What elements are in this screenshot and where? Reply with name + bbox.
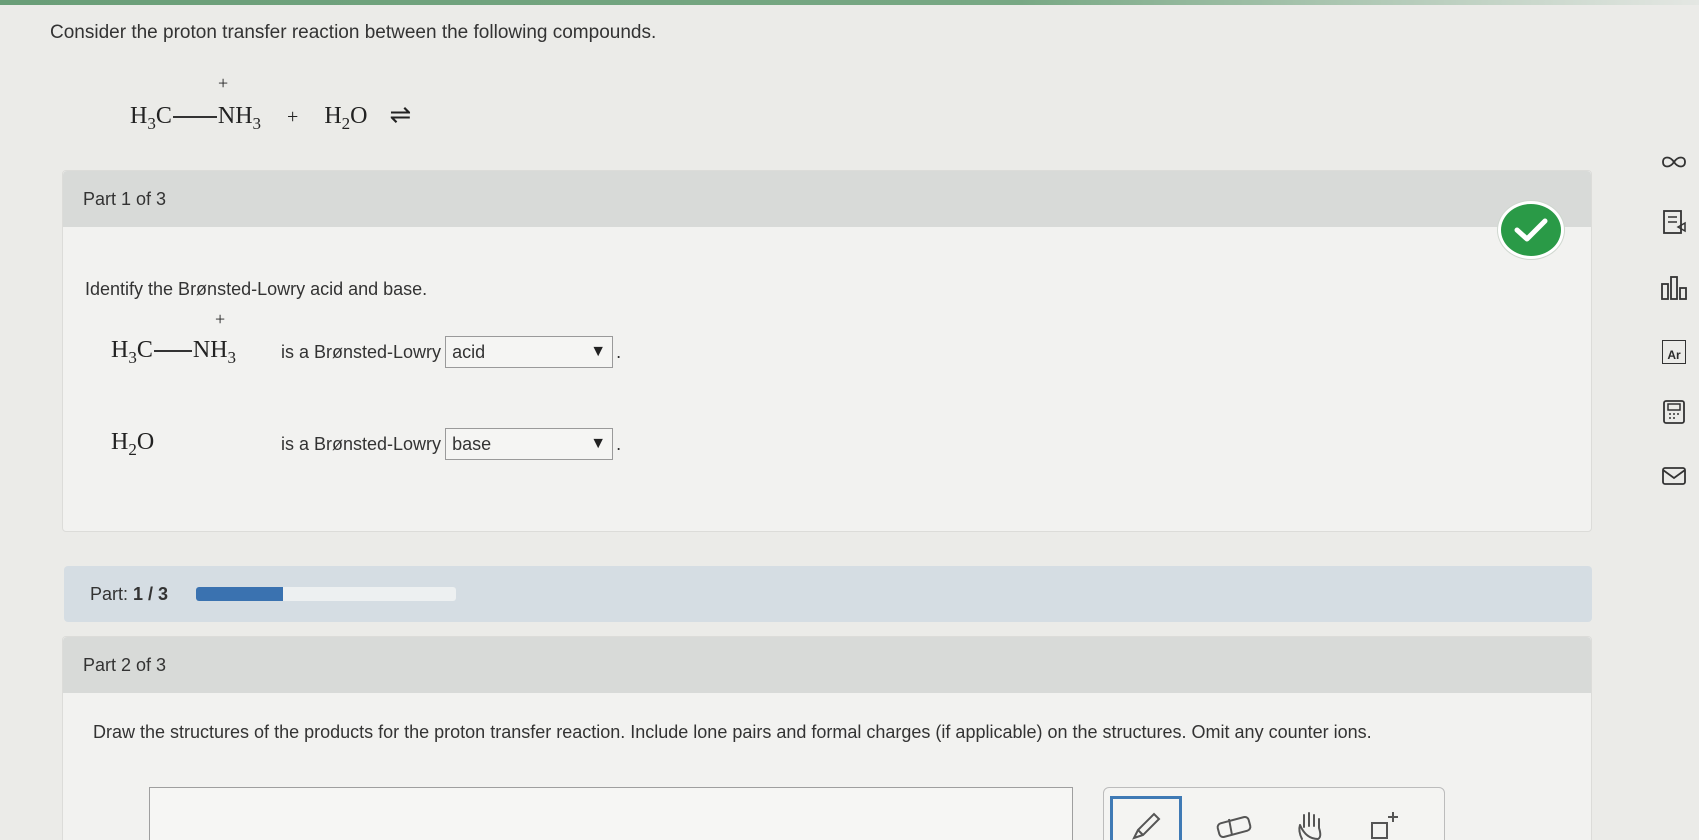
plus-sign: + <box>287 106 299 128</box>
water-formula: H2O <box>324 103 368 133</box>
dropdown-arrow-icon: ▼ <box>590 435 607 452</box>
base-dropdown[interactable]: base ▼ <box>445 428 614 460</box>
base-row-desc: is a Brønsted-Lowry <box>281 433 442 454</box>
calculator-icon[interactable] <box>1658 396 1690 428</box>
base-dropdown-value: base <box>452 433 492 454</box>
part-progress: Part: 1 / 3 <box>64 566 1592 622</box>
base-row: H2O is a Brønsted-Lowry base ▼ . <box>111 419 621 469</box>
notes-icon[interactable] <box>1658 206 1690 238</box>
methylammonium-formula: H3C NH3 + <box>111 308 237 367</box>
reaction-equation: H3C NH3 + + H2O ⇌ <box>130 73 412 134</box>
mail-icon[interactable] <box>1658 460 1690 492</box>
acid-row-desc: is a Brønsted-Lowry <box>281 341 442 362</box>
methylammonium-formula: H3C NH3 + <box>130 73 262 133</box>
drawing-canvas[interactable] <box>149 787 1073 840</box>
part1-header: Part 1 of 3 <box>63 171 1591 227</box>
part2-header: Part 2 of 3 <box>63 637 1591 693</box>
acid-row-period: . <box>616 341 622 362</box>
progress-label: Part: 1 / 3 <box>90 583 169 604</box>
progress-track <box>196 587 457 601</box>
pencil-icon[interactable] <box>1110 796 1182 840</box>
base-row-period: . <box>616 433 622 454</box>
infinity-icon[interactable] <box>1658 146 1690 178</box>
periodic-table-label: Ar <box>1662 340 1686 364</box>
positive-charge: + <box>215 308 226 329</box>
top-progress-strip <box>0 0 1699 5</box>
intro-text: Consider the proton transfer reaction be… <box>50 22 657 43</box>
acid-row: H3C NH3 + is a Brønsted-Lowry acid ▼ . <box>111 308 622 377</box>
eraser-icon[interactable] <box>1204 802 1264 840</box>
part2-title: Part 2 of 3 <box>83 654 167 675</box>
part1-panel: Part 1 of 3 Identify the Brønsted-Lowry … <box>62 170 1592 532</box>
progress-fill <box>196 587 283 601</box>
hand-icon[interactable] <box>1280 802 1340 840</box>
part2-panel: Part 2 of 3 Draw the structures of the p… <box>62 636 1592 840</box>
acid-dropdown[interactable]: acid ▼ <box>445 336 614 368</box>
add-template-icon[interactable] <box>1354 802 1414 840</box>
drawing-toolbar <box>1103 787 1445 840</box>
equilibrium-arrow: ⇌ <box>389 100 412 129</box>
water-formula: H2O <box>111 428 155 459</box>
check-icon <box>1498 201 1564 259</box>
periodic-table-icon[interactable]: Ar <box>1658 336 1690 368</box>
chart-icon[interactable] <box>1658 272 1690 304</box>
single-bond <box>172 116 217 119</box>
part1-question: Identify the Brønsted-Lowry acid and bas… <box>85 279 428 299</box>
acid-dropdown-value: acid <box>452 341 486 362</box>
part2-instructions: Draw the structures of the products for … <box>93 722 1372 742</box>
app-root: Consider the proton transfer reaction be… <box>0 0 1699 840</box>
single-bond <box>153 349 192 352</box>
part1-title: Part 1 of 3 <box>83 188 167 209</box>
positive-charge: + <box>218 73 229 93</box>
dropdown-arrow-icon: ▼ <box>590 343 607 360</box>
